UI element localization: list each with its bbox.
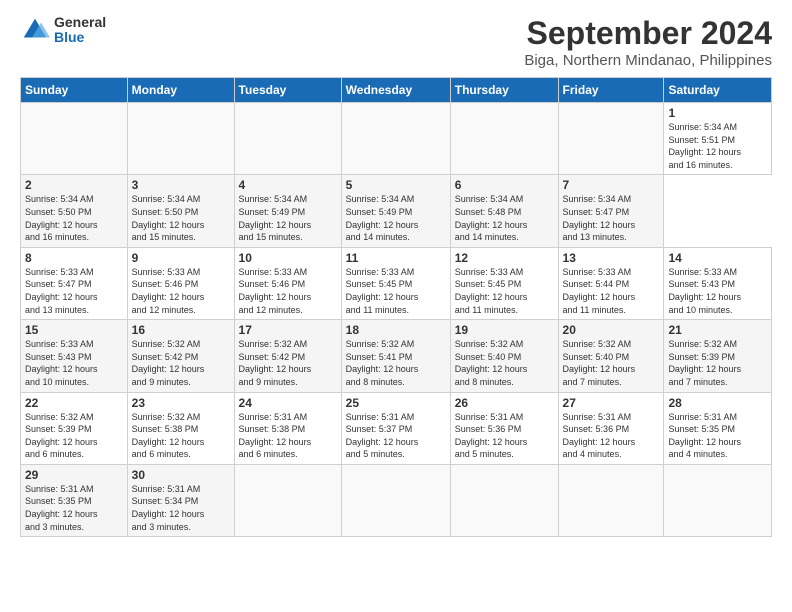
- calendar-cell-9: 9Sunrise: 5:33 AMSunset: 5:46 PMDaylight…: [127, 247, 234, 319]
- calendar-cell-12: 12Sunrise: 5:33 AMSunset: 5:45 PMDayligh…: [450, 247, 558, 319]
- calendar-cell-empty: [341, 103, 450, 175]
- calendar-cell-empty: [341, 464, 450, 536]
- calendar-cell-empty: [21, 103, 128, 175]
- calendar-header-saturday: Saturday: [664, 78, 772, 103]
- calendar-week-2: 2Sunrise: 5:34 AMSunset: 5:50 PMDaylight…: [21, 175, 772, 247]
- calendar-week-6: 29Sunrise: 5:31 AMSunset: 5:35 PMDayligh…: [21, 464, 772, 536]
- calendar-cell-empty: [558, 464, 664, 536]
- calendar-cell-15: 15Sunrise: 5:33 AMSunset: 5:43 PMDayligh…: [21, 320, 128, 392]
- calendar-table: SundayMondayTuesdayWednesdayThursdayFrid…: [20, 77, 772, 537]
- calendar-cell-24: 24Sunrise: 5:31 AMSunset: 5:38 PMDayligh…: [234, 392, 341, 464]
- calendar-cell-empty: [127, 103, 234, 175]
- calendar-cell-empty: [234, 103, 341, 175]
- calendar-cell-30: 30Sunrise: 5:31 AMSunset: 5:34 PMDayligh…: [127, 464, 234, 536]
- calendar-cell-29: 29Sunrise: 5:31 AMSunset: 5:35 PMDayligh…: [21, 464, 128, 536]
- calendar-cell-2: 2Sunrise: 5:34 AMSunset: 5:50 PMDaylight…: [21, 175, 128, 247]
- calendar-cell-27: 27Sunrise: 5:31 AMSunset: 5:36 PMDayligh…: [558, 392, 664, 464]
- calendar-cell-11: 11Sunrise: 5:33 AMSunset: 5:45 PMDayligh…: [341, 247, 450, 319]
- calendar-header-row: SundayMondayTuesdayWednesdayThursdayFrid…: [21, 78, 772, 103]
- logo-text: General Blue: [54, 15, 106, 46]
- title-area: September 2024 Biga, Northern Mindanao, …: [524, 15, 772, 69]
- calendar-cell-empty: [450, 464, 558, 536]
- subtitle: Biga, Northern Mindanao, Philippines: [524, 52, 772, 69]
- header: General Blue September 2024 Biga, Northe…: [20, 15, 772, 69]
- calendar-cell-6: 6Sunrise: 5:34 AMSunset: 5:48 PMDaylight…: [450, 175, 558, 247]
- calendar-week-4: 15Sunrise: 5:33 AMSunset: 5:43 PMDayligh…: [21, 320, 772, 392]
- calendar-cell-5: 5Sunrise: 5:34 AMSunset: 5:49 PMDaylight…: [341, 175, 450, 247]
- calendar-cell-13: 13Sunrise: 5:33 AMSunset: 5:44 PMDayligh…: [558, 247, 664, 319]
- calendar-cell-14: 14Sunrise: 5:33 AMSunset: 5:43 PMDayligh…: [664, 247, 772, 319]
- calendar-header-monday: Monday: [127, 78, 234, 103]
- logo-icon: [20, 15, 50, 45]
- calendar-cell-1: 1Sunrise: 5:34 AMSunset: 5:51 PMDaylight…: [664, 103, 772, 175]
- calendar-week-5: 22Sunrise: 5:32 AMSunset: 5:39 PMDayligh…: [21, 392, 772, 464]
- calendar-cell-empty: [234, 464, 341, 536]
- calendar-cell-empty: [558, 103, 664, 175]
- logo: General Blue: [20, 15, 106, 46]
- calendar-cell-7: 7Sunrise: 5:34 AMSunset: 5:47 PMDaylight…: [558, 175, 664, 247]
- calendar-header-wednesday: Wednesday: [341, 78, 450, 103]
- logo-blue-text: Blue: [54, 30, 106, 45]
- calendar-cell-8: 8Sunrise: 5:33 AMSunset: 5:47 PMDaylight…: [21, 247, 128, 319]
- calendar-cell-22: 22Sunrise: 5:32 AMSunset: 5:39 PMDayligh…: [21, 392, 128, 464]
- calendar-cell-26: 26Sunrise: 5:31 AMSunset: 5:36 PMDayligh…: [450, 392, 558, 464]
- calendar-week-3: 8Sunrise: 5:33 AMSunset: 5:47 PMDaylight…: [21, 247, 772, 319]
- calendar-cell-28: 28Sunrise: 5:31 AMSunset: 5:35 PMDayligh…: [664, 392, 772, 464]
- calendar-cell-18: 18Sunrise: 5:32 AMSunset: 5:41 PMDayligh…: [341, 320, 450, 392]
- page: General Blue September 2024 Biga, Northe…: [0, 0, 792, 612]
- main-title: September 2024: [524, 15, 772, 52]
- calendar-cell-3: 3Sunrise: 5:34 AMSunset: 5:50 PMDaylight…: [127, 175, 234, 247]
- calendar-header-friday: Friday: [558, 78, 664, 103]
- calendar-header-tuesday: Tuesday: [234, 78, 341, 103]
- calendar-cell-empty: [450, 103, 558, 175]
- calendar-cell-21: 21Sunrise: 5:32 AMSunset: 5:39 PMDayligh…: [664, 320, 772, 392]
- calendar-cell-4: 4Sunrise: 5:34 AMSunset: 5:49 PMDaylight…: [234, 175, 341, 247]
- calendar-cell-19: 19Sunrise: 5:32 AMSunset: 5:40 PMDayligh…: [450, 320, 558, 392]
- logo-general-text: General: [54, 15, 106, 30]
- calendar-cell-16: 16Sunrise: 5:32 AMSunset: 5:42 PMDayligh…: [127, 320, 234, 392]
- calendar-header-thursday: Thursday: [450, 78, 558, 103]
- calendar-cell-empty: [664, 464, 772, 536]
- calendar-cell-25: 25Sunrise: 5:31 AMSunset: 5:37 PMDayligh…: [341, 392, 450, 464]
- calendar-cell-10: 10Sunrise: 5:33 AMSunset: 5:46 PMDayligh…: [234, 247, 341, 319]
- calendar-week-1: 1Sunrise: 5:34 AMSunset: 5:51 PMDaylight…: [21, 103, 772, 175]
- calendar-cell-23: 23Sunrise: 5:32 AMSunset: 5:38 PMDayligh…: [127, 392, 234, 464]
- calendar-header-sunday: Sunday: [21, 78, 128, 103]
- calendar-cell-17: 17Sunrise: 5:32 AMSunset: 5:42 PMDayligh…: [234, 320, 341, 392]
- calendar-cell-20: 20Sunrise: 5:32 AMSunset: 5:40 PMDayligh…: [558, 320, 664, 392]
